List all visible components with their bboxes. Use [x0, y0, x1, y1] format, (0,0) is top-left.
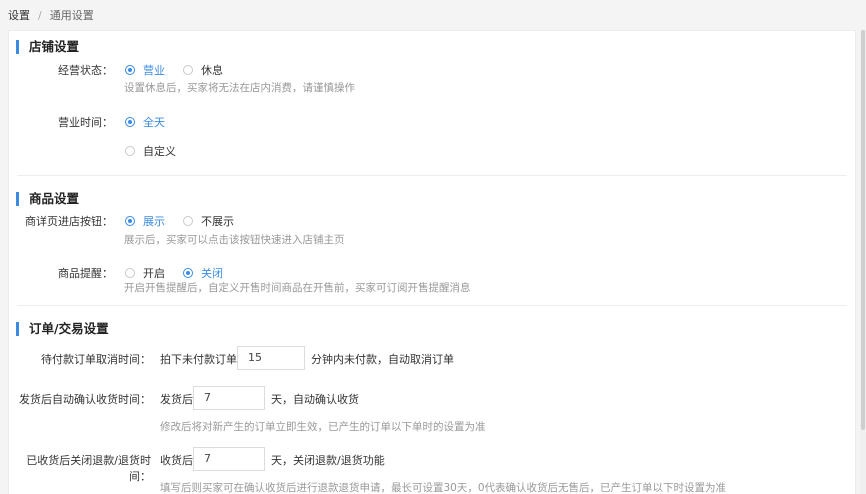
refund-close-hint: 填写后则买家可在确认收货后进行退款退货申请，最长可设置30天，0代表确认收货后无… — [160, 482, 727, 494]
reminder-label: 商品提醒： — [58, 267, 113, 280]
breadcrumb-current: 通用设置 — [49, 9, 94, 22]
status-label: 经营状态： — [58, 64, 113, 77]
unpaid-minutes-input[interactable]: 15 — [237, 346, 305, 370]
reminder-hint: 开启开售提醒后，自定义开售时间商品在开售前，买家可订阅开售提醒消息 — [124, 282, 471, 294]
section-title-product: 商品设置 — [16, 192, 79, 206]
radio-unchecked-icon — [183, 65, 193, 75]
section-title-order: 订单/交易设置 — [16, 322, 109, 336]
vertical-scrollbar[interactable] — [860, 30, 866, 494]
section-divider — [17, 305, 847, 306]
radio-unchecked-icon — [183, 216, 193, 226]
auto-confirm-hint: 修改后将对新产生的订单立即生效，已产生的订单以下单时的设置为准 — [160, 421, 486, 433]
radio-status-rest[interactable]: 休息 — [183, 62, 223, 78]
unpaid-prefix: 拍下未付款订单 — [160, 353, 237, 366]
section-title-store: 店铺设置 — [16, 40, 79, 54]
refund-close-days-input[interactable]: 7 — [193, 447, 265, 471]
status-hint: 设置休息后，买家将无法在店内消费，请谨慎操作 — [124, 82, 355, 94]
radio-checked-icon — [183, 268, 193, 278]
settings-card: 店铺设置 经营状态： 营业 休息 设置休息后，买家将无法在店内消费，请谨慎操作 … — [8, 30, 856, 494]
hours-label: 营业时间： — [58, 116, 113, 129]
radio-checked-icon — [125, 117, 135, 127]
radio-detail-hide[interactable]: 不展示 — [183, 213, 234, 229]
breadcrumb-root[interactable]: 设置 — [8, 9, 30, 22]
section-divider — [17, 175, 847, 176]
radio-hours-custom[interactable]: 自定义 — [125, 143, 176, 159]
radio-detail-show[interactable]: 展示 — [125, 213, 165, 229]
radio-checked-icon — [125, 65, 135, 75]
breadcrumb: 设置 / 通用设置 — [8, 7, 94, 23]
breadcrumb-separator: / — [38, 9, 42, 22]
detail-button-hint: 展示后，买家可以点击该按钮快速进入店铺主页 — [124, 234, 345, 246]
refund-close-label: 已收货后关闭退款/退货时间： — [26, 454, 151, 483]
radio-hours-allday[interactable]: 全天 — [125, 114, 165, 130]
auto-confirm-prefix: 发货后 — [160, 393, 193, 406]
auto-confirm-suffix: 天，自动确认收货 — [271, 393, 359, 406]
radio-reminder-on[interactable]: 开启 — [125, 265, 165, 281]
detail-button-label: 商详页进店按钮： — [25, 215, 113, 228]
refund-close-suffix: 天，关闭退款/退货功能 — [271, 454, 385, 467]
auto-confirm-label: 发货后自动确认收货时间： — [19, 393, 151, 406]
unpaid-cancel-label: 待付款订单取消时间： — [41, 353, 151, 366]
unpaid-suffix: 分钟内未付款，自动取消订单 — [311, 353, 454, 366]
radio-unchecked-icon — [125, 146, 135, 156]
scrollbar-thumb[interactable] — [861, 30, 865, 430]
radio-status-open[interactable]: 营业 — [125, 62, 165, 78]
auto-confirm-days-input[interactable]: 7 — [193, 386, 265, 410]
radio-checked-icon — [125, 216, 135, 226]
refund-close-prefix: 收货后 — [160, 454, 193, 467]
radio-unchecked-icon — [125, 268, 135, 278]
radio-reminder-off[interactable]: 关闭 — [183, 265, 223, 281]
